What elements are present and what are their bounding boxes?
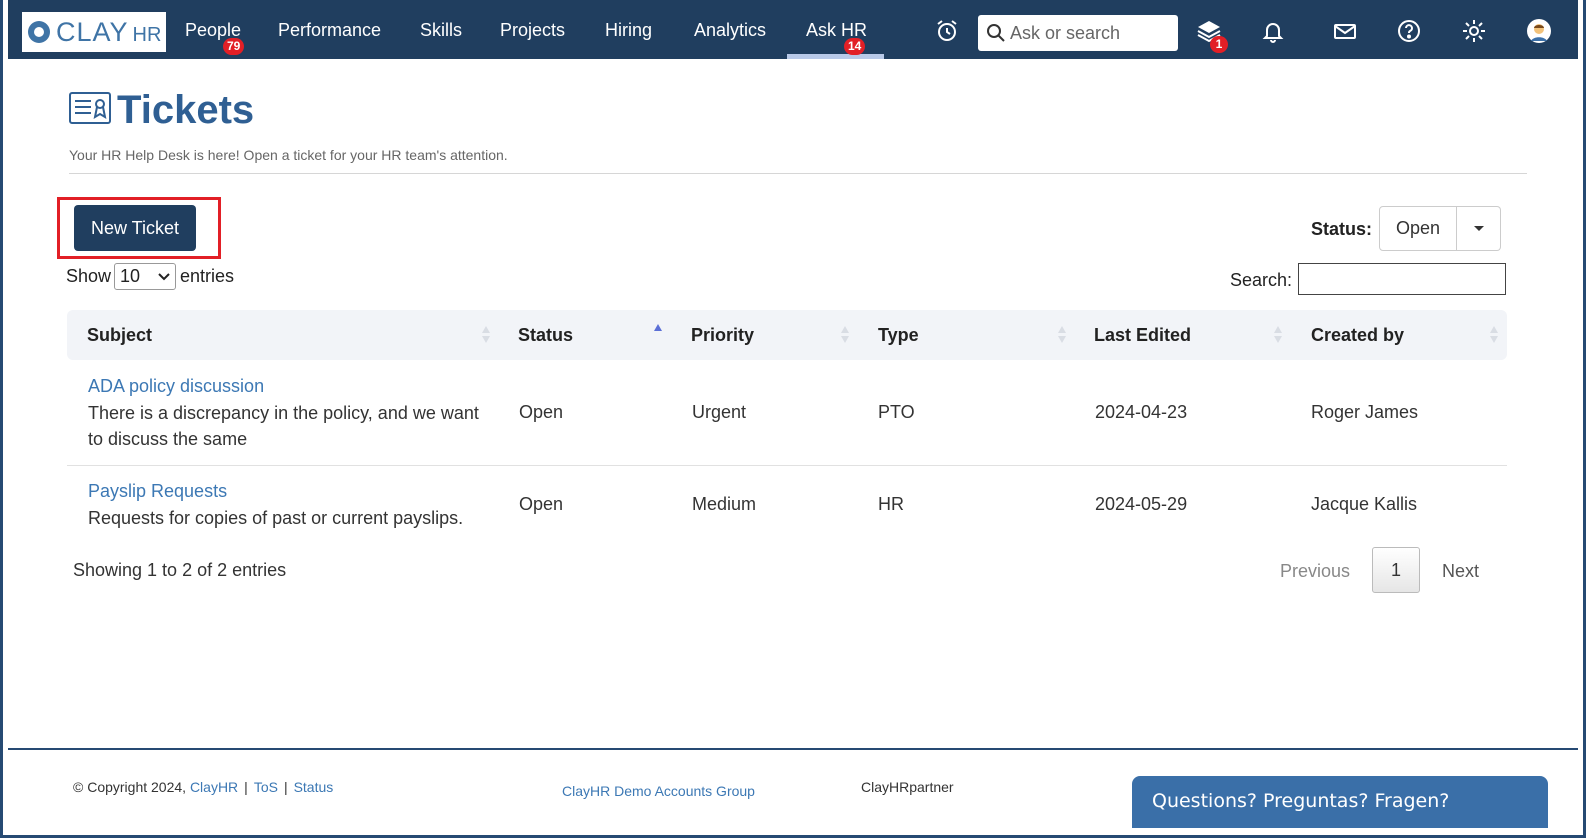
- footer-partner: ClayHRpartner: [861, 779, 954, 795]
- logo-mark-icon: [28, 21, 50, 43]
- entries-select[interactable]: 10: [114, 263, 176, 290]
- pagination-page[interactable]: 1: [1372, 547, 1420, 593]
- entries-label: entries: [180, 266, 235, 286]
- search-input[interactable]: [1010, 22, 1170, 44]
- ticket-created-by: Jacque Kallis: [1311, 494, 1418, 514]
- nav-item-skills[interactable]: Skills: [420, 20, 462, 59]
- footer-clayhr-link[interactable]: ClayHR: [190, 779, 238, 795]
- col-created-by[interactable]: Created by: [1311, 325, 1404, 346]
- ticket-type: HR: [878, 494, 904, 514]
- footer-copyright: © Copyright 2024, ClayHR | ToS | Status: [73, 779, 333, 795]
- bell-icon[interactable]: [1260, 18, 1286, 44]
- status-filter-label: Status:: [1311, 219, 1373, 239]
- new-ticket-button[interactable]: New Ticket: [74, 205, 196, 251]
- col-status[interactable]: Status: [518, 325, 573, 346]
- tickets-icon: [69, 92, 111, 124]
- ticket-created-by: Roger James: [1311, 402, 1419, 422]
- nav-item-analytics[interactable]: Analytics: [694, 20, 766, 59]
- avatar[interactable]: [1526, 18, 1552, 44]
- help-icon[interactable]: [1396, 18, 1422, 44]
- table-search-label: Search:: [1230, 270, 1293, 290]
- entries-value: 10: [120, 266, 141, 286]
- top-nav: CLAY HR People 79 Performance Skills Pro…: [8, 0, 1578, 59]
- status-filter-button[interactable]: Open: [1379, 206, 1457, 251]
- page-subtitle: Your HR Help Desk is here! Open a ticket…: [69, 147, 508, 163]
- status-dropdown-toggle[interactable]: [1457, 206, 1501, 251]
- ticket-status: Open: [519, 402, 564, 422]
- ticket-last-edited: 2024-04-23: [1095, 402, 1188, 422]
- row-divider: [67, 465, 1507, 466]
- global-search[interactable]: [978, 15, 1178, 51]
- show-label: Show: [66, 266, 112, 286]
- questions-chat-button[interactable]: Questions? Preguntas? Fragen?: [1132, 776, 1548, 828]
- footer-separator: |: [283, 779, 288, 795]
- sort-asc-icon[interactable]: [653, 324, 663, 342]
- caret-down-icon: [1473, 226, 1484, 231]
- nav-item-label: People: [185, 20, 242, 40]
- page-title: Tickets: [117, 88, 255, 132]
- mail-icon[interactable]: [1332, 18, 1358, 44]
- nav-item-ask-hr[interactable]: Ask HR 14: [787, 20, 884, 59]
- ticket-subject-link[interactable]: ADA policy discussion: [88, 376, 264, 397]
- nav-item-label: Hiring: [605, 20, 653, 40]
- nav-item-hiring[interactable]: Hiring: [605, 20, 652, 59]
- nav-item-performance[interactable]: Performance: [278, 20, 381, 59]
- col-last-edited[interactable]: Last Edited: [1094, 325, 1191, 346]
- nav-item-label: Projects: [500, 20, 566, 40]
- footer-separator: |: [244, 779, 248, 795]
- sort-icon[interactable]: [1273, 326, 1283, 344]
- copyright-text: © Copyright 2024,: [73, 779, 187, 795]
- sort-icon[interactable]: [1057, 326, 1067, 344]
- alarm-clock-icon[interactable]: [934, 18, 960, 44]
- pagination-next[interactable]: Next: [1442, 561, 1479, 582]
- nav-item-label: Analytics: [694, 20, 767, 40]
- table-header: Subject Status Priority Type Last Edited…: [67, 310, 1507, 360]
- footer-group: ClayHR Demo Accounts Group: [562, 783, 755, 799]
- logo-text-hr: HR: [132, 23, 162, 46]
- col-subject[interactable]: Subject: [87, 325, 152, 346]
- search-icon: [987, 24, 1005, 42]
- footer-tos-link[interactable]: ToS: [254, 779, 278, 795]
- ticket-type: PTO: [878, 402, 915, 422]
- ticket-priority: Medium: [692, 494, 757, 514]
- clayhr-logo[interactable]: CLAY HR: [22, 12, 166, 52]
- footer-status-link[interactable]: Status: [294, 779, 334, 795]
- nav-item-label: Performance: [278, 20, 382, 40]
- sort-icon[interactable]: [481, 326, 491, 344]
- stack-badge: 1: [1210, 36, 1228, 53]
- col-priority[interactable]: Priority: [691, 325, 754, 346]
- sort-icon[interactable]: [840, 326, 850, 344]
- sort-icon[interactable]: [1489, 326, 1499, 344]
- ticket-last-edited: 2024-05-29: [1095, 494, 1188, 514]
- showing-info: Showing 1 to 2 of 2 entries: [73, 560, 287, 580]
- col-type[interactable]: Type: [878, 325, 919, 346]
- logo-text-clay: CLAY: [56, 16, 129, 47]
- nav-item-label: Skills: [420, 20, 463, 40]
- ticket-description: There is a discrepancy in the policy, an…: [88, 403, 479, 449]
- nav-item-projects[interactable]: Projects: [500, 20, 565, 59]
- header-divider: [69, 173, 1527, 174]
- footer-divider: [8, 748, 1578, 750]
- ticket-subject-link[interactable]: Payslip Requests: [88, 481, 227, 502]
- pagination-previous[interactable]: Previous: [1280, 561, 1350, 582]
- ticket-description: Requests for copies of past or current p…: [88, 508, 464, 528]
- ticket-status: Open: [519, 494, 564, 514]
- ask-hr-badge: 14: [844, 38, 866, 55]
- gear-icon[interactable]: [1461, 18, 1487, 44]
- footer-group-link[interactable]: ClayHR Demo Accounts Group: [562, 783, 755, 799]
- nav-item-label: Ask HR: [806, 20, 868, 40]
- table-search-input[interactable]: [1298, 263, 1506, 295]
- people-badge: 79: [223, 38, 245, 55]
- nav-item-people[interactable]: People 79: [185, 20, 245, 59]
- chevron-down-icon: [158, 272, 170, 280]
- ticket-priority: Urgent: [692, 402, 747, 422]
- stack-layers-icon[interactable]: 1: [1196, 18, 1228, 53]
